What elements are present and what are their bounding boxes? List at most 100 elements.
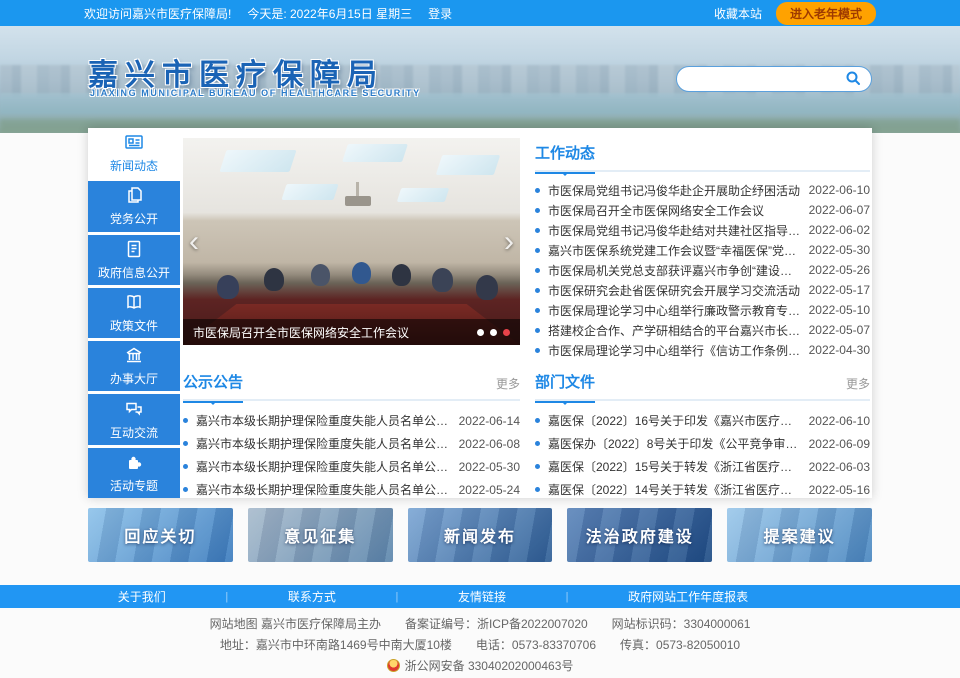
banner-proposals[interactable]: 提案建议 xyxy=(727,508,872,562)
documents-list: 嘉医保〔2022〕16号关于印发《嘉兴市医疗保...2022-06-10 嘉医保… xyxy=(535,409,870,501)
book-icon xyxy=(124,292,144,312)
banner-label: 回应关切 xyxy=(124,523,196,547)
news-item[interactable]: 嘉兴市本级长期护理保险重度失能人员名单公示（2... 2022-06-14 xyxy=(183,409,520,432)
news-date: 2022-06-14 xyxy=(459,414,520,428)
carousel-dot[interactable] xyxy=(490,329,497,336)
footer-nav-links[interactable]: 友情链接 xyxy=(458,588,506,605)
person-silhouette xyxy=(432,268,453,292)
work-news-list: 市医保局党组书记冯俊华赴企开展助企纾困活动2022-06-10 市医保局召开全市… xyxy=(535,180,870,360)
banner-respond-concerns[interactable]: 回应关切 xyxy=(88,508,233,562)
banner-opinion-collection[interactable]: 意见征集 xyxy=(248,508,393,562)
sitemap-link[interactable]: 网站地图 xyxy=(210,617,258,631)
news-item[interactable]: 市医保局召开全市医保网络安全工作会议2022-06-07 xyxy=(535,200,870,220)
news-date: 2022-05-16 xyxy=(809,483,870,497)
search-button[interactable] xyxy=(845,70,861,89)
news-title: 嘉医保〔2022〕15号关于转发《浙江省医疗保... xyxy=(548,458,801,475)
news-title: 市医保局理论学习中心组举行廉政警示教育专题学习... xyxy=(548,302,801,319)
section-title: 工作动态 xyxy=(535,142,595,174)
search-box xyxy=(676,66,872,92)
news-title: 市医保局党组书记冯俊华赴企开展助企纾困活动 xyxy=(548,182,801,199)
news-title: 市医保局理论学习中心组举行《信访工作条例》专题... xyxy=(548,342,801,359)
news-item[interactable]: 嘉兴市本级长期护理保险重度失能人员名单公示（2... 2022-06-08 xyxy=(183,432,520,455)
news-title: 嘉兴市本级长期护理保险重度失能人员名单公示（2... xyxy=(196,458,451,475)
elder-mode-button[interactable]: 进入老年模式 xyxy=(776,2,876,25)
carousel-caption-bar: 市医保局召开全市医保网络安全工作会议 xyxy=(183,319,520,345)
news-item[interactable]: 嘉兴市本级长期护理保险重度失能人员名单公示（2...2022-05-24 xyxy=(183,478,520,501)
banner-label: 提案建议 xyxy=(764,523,836,547)
news-item[interactable]: 嘉医保办〔2022〕8号关于印发《公平竞争审查...2022-06-09 xyxy=(535,432,870,455)
bullet-icon xyxy=(535,268,540,273)
sidebar-item-special-topics[interactable]: 活动专题 xyxy=(88,448,180,498)
news-item[interactable]: 嘉医保〔2022〕15号关于转发《浙江省医疗保... 2022-06-03 xyxy=(535,455,870,478)
documents-more-link[interactable]: 更多 xyxy=(846,375,870,392)
sidebar-item-news[interactable]: 新闻动态 xyxy=(88,128,180,178)
bullet-icon xyxy=(535,308,540,313)
carousel-dot-active[interactable] xyxy=(503,329,510,336)
news-item[interactable]: 市医保局党组书记冯俊华赴结对共建社区指导全国文...2022-06-02 xyxy=(535,220,870,240)
sidebar-item-gov-info[interactable]: 政府信息公开 xyxy=(88,235,180,285)
chevron-left-icon[interactable]: ‹ xyxy=(189,227,199,257)
topbar: 欢迎访问嘉兴市医疗保障局! 今天是: 2022年6月15日 星期三 登录 收藏本… xyxy=(0,0,960,26)
news-date: 2022-05-24 xyxy=(459,483,520,497)
news-title: 嘉兴市本级长期护理保险重度失能人员名单公示（2... xyxy=(196,435,451,452)
footer-line1: 网站地图 嘉兴市医疗保障局主办 备案证编号：浙ICP备2022007020 网站… xyxy=(0,614,960,635)
footer-nav: 关于我们 | 联系方式 | 友情链接 | 政府网站工作年度报表 xyxy=(0,585,960,608)
ceiling-light xyxy=(342,144,408,162)
news-item[interactable]: 市医保局党组书记冯俊华赴企开展助企纾困活动2022-06-10 xyxy=(535,180,870,200)
sidebar-item-interaction[interactable]: 互动交流 xyxy=(88,394,180,444)
footer-nav-annual-report[interactable]: 政府网站工作年度报表 xyxy=(628,588,748,605)
footer-security-link[interactable]: 浙公网安备 33040202000463号 xyxy=(0,656,960,677)
divider: | xyxy=(225,591,228,603)
banner-news-release[interactable]: 新闻发布 xyxy=(408,508,553,562)
bullet-icon xyxy=(183,418,188,423)
news-title: 嘉兴市本级长期护理保险重度失能人员名单公示（2... xyxy=(196,412,451,429)
bullet-icon xyxy=(535,208,540,213)
news-date: 2022-05-07 xyxy=(809,323,870,337)
search-input[interactable] xyxy=(687,72,845,86)
news-title: 市医保局召开全市医保网络安全工作会议 xyxy=(548,202,801,219)
sidebar-item-label: 活动专题 xyxy=(110,477,158,494)
news-item[interactable]: 嘉医保〔2022〕16号关于印发《嘉兴市医疗保...2022-06-10 xyxy=(535,409,870,432)
person-silhouette xyxy=(217,275,239,299)
news-date: 2022-06-09 xyxy=(809,437,870,451)
news-item[interactable]: 嘉医保〔2022〕14号关于转发《浙江省医疗保...2022-05-16 xyxy=(535,478,870,501)
news-item[interactable]: 市医保研究会赴省医保研究会开展学习交流活动2022-05-17 xyxy=(535,280,870,300)
news-date: 2022-06-08 xyxy=(459,437,520,451)
sidebar-item-label: 互动交流 xyxy=(110,424,158,441)
notices-list: 嘉兴市本级长期护理保险重度失能人员名单公示（2... 2022-06-14 嘉兴市… xyxy=(183,409,520,501)
banner-label: 意见征集 xyxy=(284,523,356,547)
section-header: 部门文件 更多 xyxy=(535,371,870,401)
news-item[interactable]: 市医保局理论学习中心组举行《信访工作条例》专题...2022-04-30 xyxy=(535,340,870,360)
carousel-dot[interactable] xyxy=(477,329,484,336)
carousel-caption: 市医保局召开全市医保网络安全工作会议 xyxy=(193,324,469,341)
news-item[interactable]: 市医保局机关党总支部获评嘉兴市争创“建设清廉机...2022-05-26 xyxy=(535,260,870,280)
sidebar-item-label: 政府信息公开 xyxy=(98,264,170,281)
bullet-icon xyxy=(535,348,540,353)
footer-nav-contact[interactable]: 联系方式 xyxy=(288,588,336,605)
footer-line1-text: 嘉兴市医疗保障局主办 备案证编号：浙ICP备2022007020 网站标识码：3… xyxy=(261,617,750,631)
section-documents: 部门文件 更多 嘉医保〔2022〕16号关于印发《嘉兴市医疗保...2022-0… xyxy=(535,371,870,501)
bullet-icon xyxy=(535,248,540,253)
news-date: 2022-06-03 xyxy=(809,460,870,474)
carousel-photo xyxy=(183,138,520,345)
header-banner: 嘉兴市医疗保障局 JIAXING MUNICIPAL BUREAU OF HEA… xyxy=(0,26,960,133)
bullet-icon xyxy=(535,418,540,423)
chevron-right-icon[interactable]: › xyxy=(504,227,514,257)
notices-more-link[interactable]: 更多 xyxy=(496,375,520,392)
security-filing-text: 浙公网安备 33040202000463号 xyxy=(405,659,574,673)
news-item[interactable]: 嘉兴市本级长期护理保险重度失能人员名单公示（2...2022-05-30 xyxy=(183,455,520,478)
favorite-site-link[interactable]: 收藏本站 xyxy=(714,5,762,22)
news-item[interactable]: 搭建校企合作、产学研相结合的平台嘉兴市长期护理...2022-05-07 xyxy=(535,320,870,340)
banner-rule-of-law[interactable]: 法治政府建设 xyxy=(567,508,712,562)
news-carousel-slide[interactable]: ‹ › 市医保局召开全市医保网络安全工作会议 xyxy=(183,138,520,345)
sidebar-item-party-affairs[interactable]: 党务公开 xyxy=(88,181,180,231)
news-item[interactable]: 嘉兴市医保系统党建工作会议暨“幸福医保”党建联...2022-05-30 xyxy=(535,240,870,260)
news-title: 市医保局党组书记冯俊华赴结对共建社区指导全国文... xyxy=(548,222,801,239)
sidebar-item-service-hall[interactable]: 办事大厅 xyxy=(88,341,180,391)
section-work-news: 工作动态 市医保局党组书记冯俊华赴企开展助企纾困活动2022-06-10 市医保… xyxy=(535,142,870,360)
footer-nav-about[interactable]: 关于我们 xyxy=(118,588,166,605)
news-item[interactable]: 市医保局理论学习中心组举行廉政警示教育专题学习...2022-05-10 xyxy=(535,300,870,320)
sidebar-item-policy-files[interactable]: 政策文件 xyxy=(88,288,180,338)
login-link[interactable]: 登录 xyxy=(428,5,452,22)
projector xyxy=(345,196,371,206)
